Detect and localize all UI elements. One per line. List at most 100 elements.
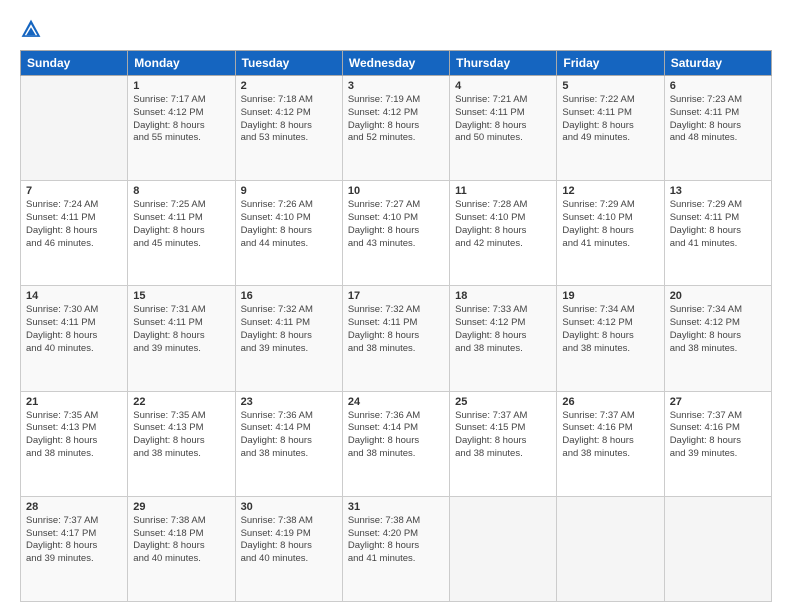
day-number: 29 (133, 501, 229, 513)
day-info: Sunrise: 7:37 AM Sunset: 4:16 PM Dayligh… (562, 410, 658, 461)
day-number: 7 (26, 185, 122, 197)
day-number: 15 (133, 290, 229, 302)
calendar-cell: 31 Sunrise: 7:38 AM Sunset: 4:20 PM Dayli… (342, 496, 449, 601)
calendar-cell: 18 Sunrise: 7:33 AM Sunset: 4:12 PM Dayli… (450, 286, 557, 391)
day-number: 2 (241, 80, 337, 92)
day-info: Sunrise: 7:25 AM Sunset: 4:11 PM Dayligh… (133, 199, 229, 250)
day-info: Sunrise: 7:37 AM Sunset: 4:15 PM Dayligh… (455, 410, 551, 461)
day-info: Sunrise: 7:28 AM Sunset: 4:10 PM Dayligh… (455, 199, 551, 250)
day-info: Sunrise: 7:38 AM Sunset: 4:19 PM Dayligh… (241, 515, 337, 566)
day-number: 21 (26, 396, 122, 408)
weekday-header-monday: Monday (128, 51, 235, 76)
calendar-cell: 8 Sunrise: 7:25 AM Sunset: 4:11 PM Daylig… (128, 181, 235, 286)
calendar-cell: 22 Sunrise: 7:35 AM Sunset: 4:13 PM Dayli… (128, 391, 235, 496)
day-number: 18 (455, 290, 551, 302)
day-number: 28 (26, 501, 122, 513)
day-number: 23 (241, 396, 337, 408)
calendar-cell: 14 Sunrise: 7:30 AM Sunset: 4:11 PM Dayli… (21, 286, 128, 391)
day-info: Sunrise: 7:32 AM Sunset: 4:11 PM Dayligh… (241, 304, 337, 355)
calendar-cell: 1 Sunrise: 7:17 AM Sunset: 4:12 PM Daylig… (128, 76, 235, 181)
day-info: Sunrise: 7:34 AM Sunset: 4:12 PM Dayligh… (670, 304, 766, 355)
day-number: 10 (348, 185, 444, 197)
calendar-cell: 26Sunrise: 7:37 AM Sunset: 4:16 PM Dayli… (557, 391, 664, 496)
calendar-cell (664, 496, 771, 601)
calendar-cell: 17 Sunrise: 7:32 AM Sunset: 4:11 PM Dayli… (342, 286, 449, 391)
day-info: Sunrise: 7:19 AM Sunset: 4:12 PM Dayligh… (348, 94, 444, 145)
day-info: Sunrise: 7:38 AM Sunset: 4:20 PM Dayligh… (348, 515, 444, 566)
day-number: 1 (133, 80, 229, 92)
calendar-cell: 5 Sunrise: 7:22 AM Sunset: 4:11 PM Daylig… (557, 76, 664, 181)
logo-icon (20, 18, 42, 40)
calendar-page: SundayMondayTuesdayWednesdayThursdayFrid… (0, 0, 792, 612)
page-header (20, 18, 772, 40)
day-info: Sunrise: 7:23 AM Sunset: 4:11 PM Dayligh… (670, 94, 766, 145)
day-info: Sunrise: 7:17 AM Sunset: 4:12 PM Dayligh… (133, 94, 229, 145)
day-number: 20 (670, 290, 766, 302)
calendar-cell: 27Sunrise: 7:37 AM Sunset: 4:16 PM Dayli… (664, 391, 771, 496)
calendar-week-row: 14 Sunrise: 7:30 AM Sunset: 4:11 PM Dayli… (21, 286, 772, 391)
day-info: Sunrise: 7:37 AM Sunset: 4:16 PM Dayligh… (670, 410, 766, 461)
calendar-week-row: 7 Sunrise: 7:24 AM Sunset: 4:11 PM Daylig… (21, 181, 772, 286)
day-info: Sunrise: 7:38 AM Sunset: 4:18 PM Dayligh… (133, 515, 229, 566)
day-info: Sunrise: 7:21 AM Sunset: 4:11 PM Dayligh… (455, 94, 551, 145)
weekday-header-friday: Friday (557, 51, 664, 76)
day-info: Sunrise: 7:35 AM Sunset: 4:13 PM Dayligh… (133, 410, 229, 461)
day-number: 5 (562, 80, 658, 92)
calendar-cell: 10 Sunrise: 7:27 AM Sunset: 4:10 PM Dayli… (342, 181, 449, 286)
day-number: 19 (562, 290, 658, 302)
day-number: 22 (133, 396, 229, 408)
calendar-cell: 6 Sunrise: 7:23 AM Sunset: 4:11 PM Daylig… (664, 76, 771, 181)
calendar-cell: 15 Sunrise: 7:31 AM Sunset: 4:11 PM Dayli… (128, 286, 235, 391)
calendar-week-row: 28Sunrise: 7:37 AM Sunset: 4:17 PM Dayli… (21, 496, 772, 601)
calendar-cell: 23 Sunrise: 7:36 AM Sunset: 4:14 PM Dayli… (235, 391, 342, 496)
day-number: 24 (348, 396, 444, 408)
calendar-week-row: 1 Sunrise: 7:17 AM Sunset: 4:12 PM Daylig… (21, 76, 772, 181)
calendar-cell (557, 496, 664, 601)
weekday-header-saturday: Saturday (664, 51, 771, 76)
calendar-cell: 28Sunrise: 7:37 AM Sunset: 4:17 PM Dayli… (21, 496, 128, 601)
day-info: Sunrise: 7:29 AM Sunset: 4:11 PM Dayligh… (670, 199, 766, 250)
calendar-cell: 13 Sunrise: 7:29 AM Sunset: 4:11 PM Dayli… (664, 181, 771, 286)
weekday-header-sunday: Sunday (21, 51, 128, 76)
day-number: 30 (241, 501, 337, 513)
day-info: Sunrise: 7:22 AM Sunset: 4:11 PM Dayligh… (562, 94, 658, 145)
calendar-cell: 19 Sunrise: 7:34 AM Sunset: 4:12 PM Dayli… (557, 286, 664, 391)
calendar-cell: 11 Sunrise: 7:28 AM Sunset: 4:10 PM Dayli… (450, 181, 557, 286)
day-info: Sunrise: 7:24 AM Sunset: 4:11 PM Dayligh… (26, 199, 122, 250)
weekday-header-row: SundayMondayTuesdayWednesdayThursdayFrid… (21, 51, 772, 76)
calendar-week-row: 21 Sunrise: 7:35 AM Sunset: 4:13 PM Dayli… (21, 391, 772, 496)
calendar-cell: 20 Sunrise: 7:34 AM Sunset: 4:12 PM Dayli… (664, 286, 771, 391)
calendar-cell: 4 Sunrise: 7:21 AM Sunset: 4:11 PM Daylig… (450, 76, 557, 181)
weekday-header-tuesday: Tuesday (235, 51, 342, 76)
day-info: Sunrise: 7:30 AM Sunset: 4:11 PM Dayligh… (26, 304, 122, 355)
day-info: Sunrise: 7:18 AM Sunset: 4:12 PM Dayligh… (241, 94, 337, 145)
day-info: Sunrise: 7:36 AM Sunset: 4:14 PM Dayligh… (241, 410, 337, 461)
day-number: 9 (241, 185, 337, 197)
calendar-cell: 25Sunrise: 7:37 AM Sunset: 4:15 PM Dayli… (450, 391, 557, 496)
day-number: 8 (133, 185, 229, 197)
day-number: 6 (670, 80, 766, 92)
calendar-table: SundayMondayTuesdayWednesdayThursdayFrid… (20, 50, 772, 602)
calendar-cell: 21 Sunrise: 7:35 AM Sunset: 4:13 PM Dayli… (21, 391, 128, 496)
day-info: Sunrise: 7:26 AM Sunset: 4:10 PM Dayligh… (241, 199, 337, 250)
logo (20, 18, 44, 40)
day-number: 14 (26, 290, 122, 302)
day-info: Sunrise: 7:36 AM Sunset: 4:14 PM Dayligh… (348, 410, 444, 461)
day-info: Sunrise: 7:31 AM Sunset: 4:11 PM Dayligh… (133, 304, 229, 355)
day-number: 13 (670, 185, 766, 197)
calendar-cell: 12 Sunrise: 7:29 AM Sunset: 4:10 PM Dayli… (557, 181, 664, 286)
weekday-header-wednesday: Wednesday (342, 51, 449, 76)
day-number: 3 (348, 80, 444, 92)
day-number: 17 (348, 290, 444, 302)
day-info: Sunrise: 7:33 AM Sunset: 4:12 PM Dayligh… (455, 304, 551, 355)
calendar-cell: 30 Sunrise: 7:38 AM Sunset: 4:19 PM Dayli… (235, 496, 342, 601)
day-info: Sunrise: 7:35 AM Sunset: 4:13 PM Dayligh… (26, 410, 122, 461)
day-number: 4 (455, 80, 551, 92)
day-info: Sunrise: 7:32 AM Sunset: 4:11 PM Dayligh… (348, 304, 444, 355)
day-number: 12 (562, 185, 658, 197)
day-number: 11 (455, 185, 551, 197)
day-info: Sunrise: 7:34 AM Sunset: 4:12 PM Dayligh… (562, 304, 658, 355)
day-info: Sunrise: 7:29 AM Sunset: 4:10 PM Dayligh… (562, 199, 658, 250)
day-info: Sunrise: 7:27 AM Sunset: 4:10 PM Dayligh… (348, 199, 444, 250)
day-number: 31 (348, 501, 444, 513)
